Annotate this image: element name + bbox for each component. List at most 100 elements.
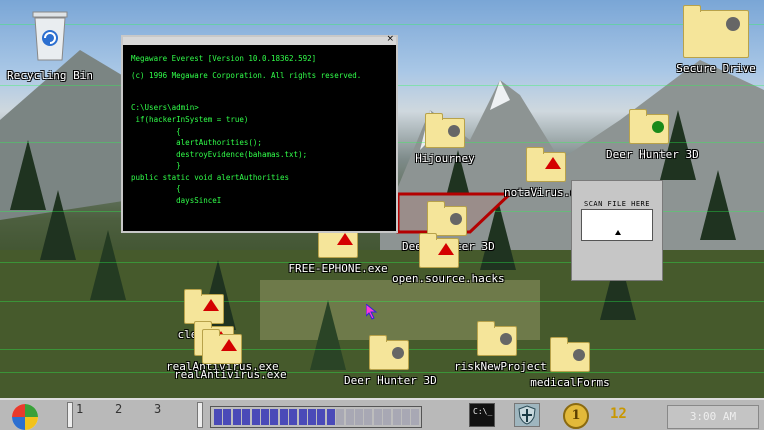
- progress-segment: [317, 409, 326, 425]
- recycling-bin-label: Recycling Bin: [6, 69, 94, 82]
- progress-segment: [298, 409, 307, 425]
- folder-icon: [427, 201, 467, 236]
- deer-hunter-top-label: Deer Hunter 3D: [606, 148, 699, 161]
- deer-badge-icon: [652, 121, 664, 133]
- shield-button[interactable]: [514, 403, 540, 427]
- risk-new-project-icon[interactable]: riskNewProject: [454, 321, 547, 373]
- terminal-line: C:\Users\admin>: [131, 103, 199, 112]
- coin-icon: 1: [563, 403, 589, 429]
- open-source-hacks-icon[interactable]: open.source.hacks: [392, 233, 505, 285]
- progress-segment: [289, 409, 298, 425]
- hijourney-label: Hijourney: [415, 152, 475, 165]
- medical-forms-label: medicalForms: [530, 376, 610, 389]
- terminal-line: daysSinceI: [131, 196, 222, 205]
- progress-segment: [308, 409, 316, 425]
- progress-segment: [355, 409, 363, 425]
- clock: 3:00 AM: [667, 405, 759, 429]
- folder-icon: [526, 147, 566, 182]
- progress-segment: [345, 409, 354, 425]
- deer-hunter-bottom-label: Deer Hunter 3D: [344, 374, 437, 387]
- terminal-button[interactable]: C:\_: [469, 403, 495, 427]
- close-icon[interactable]: ×: [386, 34, 394, 44]
- warning-icon: [203, 299, 219, 311]
- progress-segment: [270, 409, 279, 425]
- taskbar: 1 2 3 C:\_ 1 12 3:00 AM: [0, 398, 764, 430]
- recycling-bin-icon[interactable]: Recycling Bin: [4, 6, 96, 82]
- warning-icon: [337, 233, 353, 245]
- secure-drive-label: Secure Drive: [676, 62, 756, 75]
- terminal-line: {: [131, 127, 181, 136]
- trash-can-icon: [32, 11, 68, 61]
- pointer-cursor-icon: [366, 304, 378, 320]
- terminal-line: public static void alertAuthorities: [131, 173, 290, 182]
- scan-file-title: SCAN FILE HERE: [583, 200, 650, 208]
- free-ephone-icon[interactable]: FREE-EPHONE.exe: [288, 223, 388, 275]
- progress-segment: [232, 409, 241, 425]
- risk-new-project-label: riskNewProject: [454, 360, 547, 373]
- shield-icon: [518, 405, 536, 425]
- taskbar-divider: [67, 402, 73, 428]
- warning-icon: [438, 243, 454, 255]
- progress-segment: [373, 409, 382, 425]
- folder-icon: [202, 329, 242, 364]
- taskbar-divider: [197, 402, 203, 428]
- terminal-line: {: [131, 184, 181, 193]
- warning-icon: [545, 157, 561, 169]
- desktop: Recycling Bin Secure Drive Hijourney Dee…: [0, 0, 764, 398]
- folder-icon: [629, 109, 669, 144]
- upload-arrow-icon: [615, 230, 621, 235]
- disc-badge-icon: [450, 213, 462, 225]
- terminal-title-bar[interactable]: ×: [123, 34, 396, 45]
- terminal-window[interactable]: × Megaware Everest [Version 10.0.18362.5…: [121, 34, 398, 233]
- progress-segment: [326, 409, 335, 425]
- terminal-line: }: [131, 161, 181, 170]
- score-counter: 12: [610, 406, 627, 422]
- secure-drive-icon[interactable]: Secure Drive: [672, 5, 760, 75]
- folder-icon: [419, 233, 459, 268]
- progress-segment: [214, 409, 222, 425]
- progress-segment: [392, 409, 401, 425]
- progress-segment: [383, 409, 392, 425]
- real-antivirus-2-label: realAntivirus.exe: [174, 368, 287, 381]
- deer-hunter-top-icon[interactable]: Deer Hunter 3D: [606, 109, 699, 161]
- progress-segment: [223, 409, 232, 425]
- free-ephone-label: FREE-EPHONE.exe: [288, 262, 388, 275]
- start-logo-quadrant: [25, 404, 38, 417]
- progress-segment: [279, 409, 288, 425]
- deer-hunter-bottom-icon[interactable]: Deer Hunter 3D: [344, 335, 437, 387]
- medical-forms-icon[interactable]: medicalForms: [530, 337, 610, 389]
- workspace-1[interactable]: 1: [76, 402, 83, 416]
- disc-badge-icon: [392, 347, 404, 359]
- folder-icon: [184, 289, 224, 324]
- lock-icon: [726, 17, 740, 31]
- real-antivirus-2-icon[interactable]: realAntivirus.exe: [174, 329, 287, 381]
- progress-segment: [402, 409, 410, 425]
- progress-segment: [336, 409, 345, 425]
- folder-icon: [369, 335, 409, 370]
- progress-segment: [364, 409, 373, 425]
- progress-segment: [242, 409, 251, 425]
- scan-file-widget[interactable]: SCAN FILE HERE: [571, 180, 663, 281]
- folder-icon: [425, 113, 465, 148]
- disc-badge-icon: [573, 349, 585, 361]
- terminal-line: if(hackerInSystem = true): [131, 115, 249, 124]
- folder-icon: [683, 5, 749, 58]
- disc-badge-icon: [500, 333, 512, 345]
- folder-icon: [550, 337, 590, 372]
- open-source-hacks-label: open.source.hacks: [392, 272, 505, 285]
- hijourney-icon[interactable]: Hijourney: [408, 113, 482, 165]
- progress-segment: [261, 409, 269, 425]
- start-logo-icon: [12, 404, 25, 417]
- terminal-line: Megaware Everest [Version 10.0.18362.592…: [131, 54, 317, 63]
- workspace-3[interactable]: 3: [154, 402, 161, 416]
- start-logo-quadrant: [25, 417, 38, 430]
- start-button[interactable]: [12, 404, 38, 430]
- progress-segment: [251, 409, 260, 425]
- folder-icon: [477, 321, 517, 356]
- progress-bar: [210, 406, 422, 428]
- start-logo-quadrant: [12, 417, 25, 430]
- scan-file-dropzone[interactable]: [581, 209, 653, 241]
- progress-segment: [411, 409, 420, 425]
- terminal-line: destroyEvidence(bahamas.txt);: [131, 150, 308, 159]
- workspace-2[interactable]: 2: [115, 402, 122, 416]
